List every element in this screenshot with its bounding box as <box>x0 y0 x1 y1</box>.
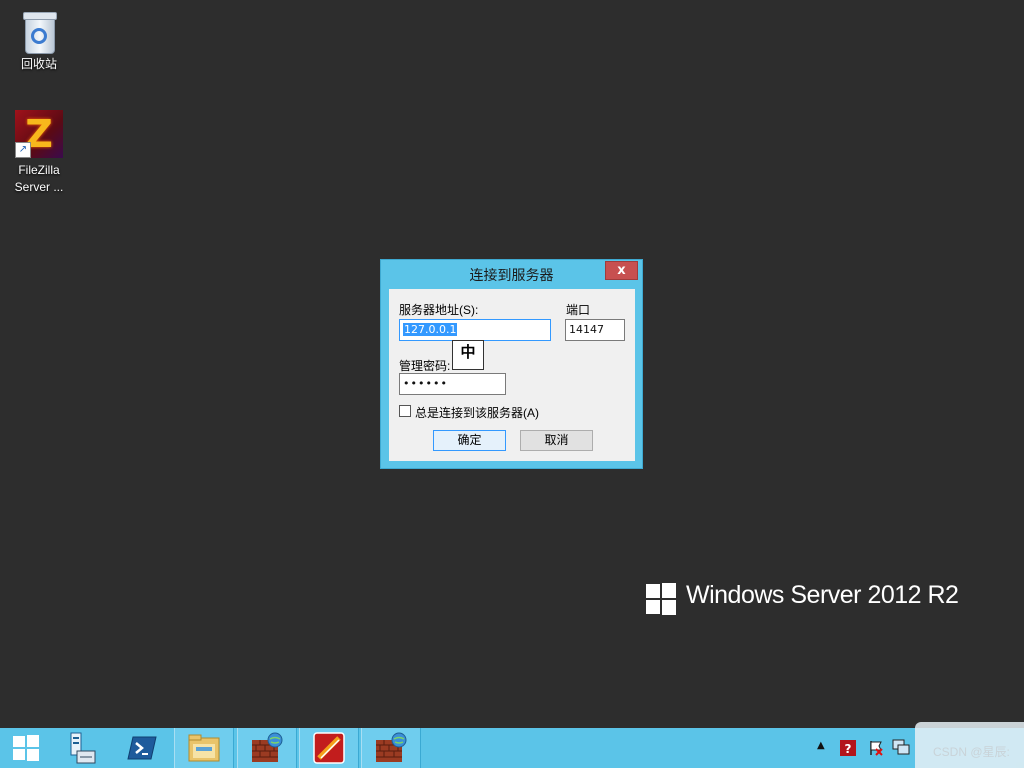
show-hidden-icons-button[interactable]: ▲ <box>817 740 825 751</box>
port-input[interactable]: 14147 <box>565 319 625 341</box>
firewall-globe-icon <box>252 732 283 762</box>
watermark: CSDN @星辰: <box>915 722 1024 768</box>
recycle-bin-shortcut[interactable]: 回收站 <box>1 4 77 73</box>
port-label: 端口 <box>566 303 591 317</box>
ime-mode-indicator[interactable]: 中 <box>452 340 484 370</box>
always-connect-checkbox[interactable] <box>399 405 411 417</box>
recycle-bin-icon <box>21 10 57 54</box>
network-icon[interactable] <box>892 739 910 756</box>
file-explorer-button[interactable] <box>174 728 234 768</box>
shortcut-arrow-icon: ↗ <box>15 142 31 158</box>
start-button[interactable] <box>0 728 52 768</box>
filezilla-icon: Z ↗ <box>15 110 63 158</box>
filezilla-label-line2: Server ... <box>14 180 64 194</box>
taskbar: ▲ ? <box>0 728 1024 768</box>
filezilla-server-shortcut[interactable]: Z ↗ FileZilla Server ... <box>1 110 77 196</box>
recycle-bin-label: 回收站 <box>20 57 57 71</box>
password-label: 管理密码: <box>399 359 451 373</box>
close-button[interactable]: x <box>605 261 638 280</box>
server-manager-icon <box>70 732 96 764</box>
password-value: •••••• <box>403 377 448 390</box>
branding-text: Windows Server 2012 R2 <box>686 581 959 609</box>
server-address-value: 127.0.0.1 <box>403 323 458 336</box>
desktop: 回收站 Z ↗ FileZilla Server ... 连接到服务器 x 服务… <box>0 0 1024 728</box>
dialog-title: 连接到服务器 <box>469 268 554 284</box>
cancel-button[interactable]: 取消 <box>520 430 593 451</box>
red-app-icon <box>313 732 345 764</box>
filezilla-app-button[interactable] <box>299 728 359 768</box>
powershell-button[interactable] <box>112 728 172 768</box>
server-manager-button[interactable] <box>52 728 112 768</box>
svg-text:?: ? <box>845 742 852 756</box>
firewall-globe-icon <box>376 732 407 762</box>
port-value: 14147 <box>569 323 604 336</box>
folder-icon <box>188 734 220 762</box>
help-icon[interactable]: ? <box>840 740 856 756</box>
dialog-client-area: 服务器地址(S): 127.0.0.1 端口 14147 管理密码: •••••… <box>389 289 635 461</box>
always-connect-label[interactable]: 总是连接到该服务器(A) <box>415 404 539 421</box>
server-address-input[interactable]: 127.0.0.1 <box>399 319 551 341</box>
powershell-icon <box>127 736 157 760</box>
windows-logo-icon <box>646 583 676 615</box>
password-input[interactable]: •••••• <box>399 373 506 395</box>
filezilla-label-line1: FileZilla <box>18 163 60 177</box>
action-center-flag-icon[interactable] <box>868 740 884 756</box>
filezilla-server-window-button-1[interactable] <box>237 728 297 768</box>
windows-start-icon <box>13 735 39 761</box>
dialog-titlebar[interactable]: 连接到服务器 x <box>381 260 642 287</box>
server-address-label: 服务器地址(S): <box>399 303 479 317</box>
connect-to-server-dialog: 连接到服务器 x 服务器地址(S): 127.0.0.1 端口 14147 管理… <box>380 259 643 469</box>
watermark-text: CSDN @星辰: <box>933 745 1010 759</box>
filezilla-server-window-button-2[interactable] <box>361 728 421 768</box>
ok-button[interactable]: 确定 <box>433 430 506 451</box>
